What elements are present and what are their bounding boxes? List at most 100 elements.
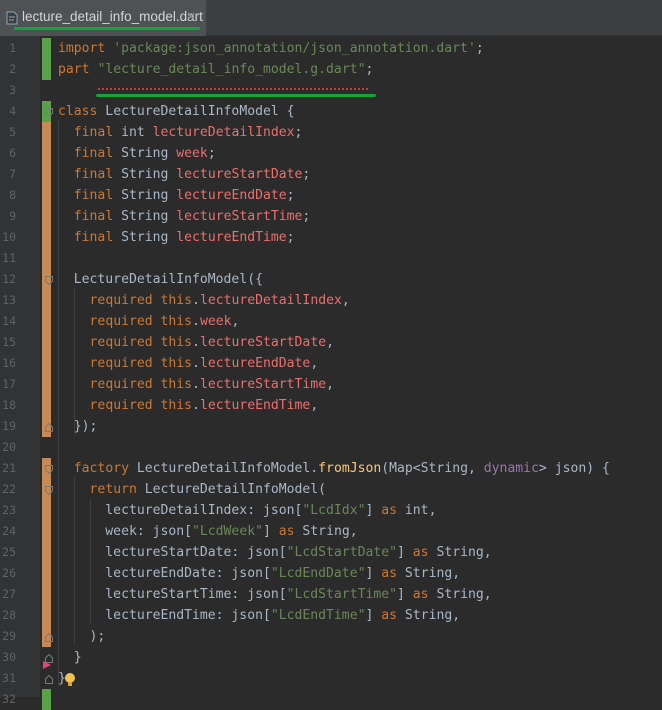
code-text[interactable]: required this.lectureEndTime, xyxy=(58,395,319,416)
fold-marker-icon[interactable] xyxy=(45,276,53,285)
code-text[interactable]: LectureDetailInfoModel({ xyxy=(58,269,263,290)
fold-marker-icon[interactable] xyxy=(45,465,53,474)
code-token: , xyxy=(326,335,334,350)
code-text[interactable]: import 'package:json_annotation/json_ann… xyxy=(58,38,484,59)
fold-marker-icon[interactable] xyxy=(45,486,53,495)
vcs-change-marker[interactable] xyxy=(42,395,51,416)
vcs-change-marker[interactable] xyxy=(42,143,51,164)
fold-marker-icon[interactable] xyxy=(45,675,53,684)
line-number: 26 xyxy=(2,566,16,580)
vcs-change-marker[interactable] xyxy=(42,584,51,605)
code-text[interactable]: } xyxy=(58,647,82,668)
code-token: String xyxy=(113,146,177,161)
code-line[interactable]: 29 ); xyxy=(0,626,662,647)
code-text[interactable]: final String lectureEndTime; xyxy=(58,227,295,248)
code-text[interactable]: final String week; xyxy=(58,143,216,164)
code-line[interactable]: 22 return LectureDetailInfoModel( xyxy=(0,479,662,500)
code-token: this xyxy=(160,314,193,329)
code-text[interactable]: required this.lectureStartTime, xyxy=(58,374,334,395)
code-text[interactable]: required this.lectureEndDate, xyxy=(58,353,319,374)
code-line[interactable]: 7 final String lectureStartDate; xyxy=(0,164,662,185)
vcs-change-marker[interactable] xyxy=(42,521,51,542)
code-text[interactable]: week: json["LcdWeek"] as String, xyxy=(58,521,357,542)
code-line[interactable]: 23 lectureDetailIndex: json["LcdIdx"] as… xyxy=(0,500,662,521)
code-text[interactable]: required this.lectureStartDate, xyxy=(58,332,334,353)
code-line[interactable]: 19 }); xyxy=(0,416,662,437)
code-text[interactable]: required this.week, xyxy=(58,311,240,332)
code-text[interactable]: final String lectureStartDate; xyxy=(58,164,311,185)
code-line[interactable]: 31} xyxy=(0,668,662,689)
code-line[interactable]: 20 xyxy=(0,437,662,458)
vcs-change-marker[interactable] xyxy=(42,605,51,626)
code-line[interactable]: 1 import 'package:json_annotation/json_an… xyxy=(0,38,662,59)
vcs-change-marker[interactable] xyxy=(42,353,51,374)
code-text[interactable]: factory LectureDetailInfoModel.fromJson(… xyxy=(58,458,610,479)
code-text[interactable]: final String lectureEndDate; xyxy=(58,185,295,206)
code-line[interactable]: 16 required this.lectureEndDate, xyxy=(0,353,662,374)
run-arrow-icon[interactable] xyxy=(42,660,52,670)
code-text[interactable]: final int lectureDetailIndex; xyxy=(58,122,303,143)
code-line[interactable]: 25 lectureStartDate: json["LcdStartDate"… xyxy=(0,542,662,563)
vcs-change-marker[interactable] xyxy=(42,248,51,269)
fold-marker-icon[interactable] xyxy=(45,108,53,117)
code-text[interactable]: lectureEndTime: json["LcdEndTime"] as St… xyxy=(58,605,460,626)
code-line[interactable]: 13 required this.lectureDetailIndex, xyxy=(0,290,662,311)
fold-marker-icon[interactable] xyxy=(45,423,53,432)
vcs-change-marker[interactable] xyxy=(42,164,51,185)
code-line[interactable]: 27 lectureStartTime: json["LcdStartTime"… xyxy=(0,584,662,605)
vcs-change-marker[interactable] xyxy=(42,374,51,395)
code-text[interactable]: lectureDetailIndex: json["LcdIdx"] as in… xyxy=(58,500,436,521)
lightbulb-icon[interactable] xyxy=(64,672,76,688)
code-line[interactable]: 6 final String week; xyxy=(0,143,662,164)
code-line[interactable]: 2 part "lecture_detail_info_model.g.dart"… xyxy=(0,59,662,80)
vcs-change-marker[interactable] xyxy=(42,542,51,563)
code-line[interactable]: 12 LectureDetailInfoModel({ xyxy=(0,269,662,290)
code-line[interactable]: 24 week: json["LcdWeek"] as String, xyxy=(0,521,662,542)
code-line[interactable]: 18 required this.lectureEndTime, xyxy=(0,395,662,416)
vcs-change-marker[interactable] xyxy=(42,311,51,332)
vcs-change-marker[interactable] xyxy=(42,59,51,80)
code-line[interactable]: 9 final String lectureStartTime; xyxy=(0,206,662,227)
code-text[interactable]: class LectureDetailInfoModel { xyxy=(58,101,295,122)
vcs-change-marker[interactable] xyxy=(42,185,51,206)
vcs-change-marker[interactable] xyxy=(42,563,51,584)
code-line[interactable]: 10 final String lectureEndTime; xyxy=(0,227,662,248)
vcs-change-marker[interactable] xyxy=(42,206,51,227)
code-line[interactable]: 30 } xyxy=(0,647,662,668)
code-text[interactable]: part "lecture_detail_info_model.g.dart"; xyxy=(58,59,373,80)
vcs-change-marker[interactable] xyxy=(42,38,51,59)
code-line[interactable]: 26 lectureEndDate: json["LcdEndDate"] as… xyxy=(0,563,662,584)
code-line[interactable]: 5 final int lectureDetailIndex; xyxy=(0,122,662,143)
code-token: as xyxy=(412,545,429,560)
code-text[interactable]: ); xyxy=(58,626,106,647)
code-line[interactable]: 17 required this.lectureStartTime, xyxy=(0,374,662,395)
code-line[interactable]: 11 xyxy=(0,248,662,269)
vcs-change-marker[interactable] xyxy=(42,332,51,353)
code-line[interactable]: 28 lectureEndTime: json["LcdEndTime"] as… xyxy=(0,605,662,626)
code-text[interactable]: final String lectureStartTime; xyxy=(58,206,311,227)
code-line[interactable]: 15 required this.lectureStartDate, xyxy=(0,332,662,353)
vcs-change-marker[interactable] xyxy=(42,122,51,143)
file-tab[interactable]: lecture_detail_info_model.dart × xyxy=(0,0,206,36)
code-line[interactable]: 3 xyxy=(0,80,662,101)
code-text[interactable]: lectureStartTime: json["LcdStartTime"] a… xyxy=(58,584,491,605)
line-number: 31 xyxy=(2,671,16,685)
code-line[interactable]: 14 required this.week, xyxy=(0,311,662,332)
code-text[interactable]: required this.lectureDetailIndex, xyxy=(58,290,350,311)
vcs-change-marker[interactable] xyxy=(42,689,51,710)
fold-marker-icon[interactable] xyxy=(45,633,53,642)
code-editor[interactable]: 1 import 'package:json_annotation/json_an… xyxy=(0,36,662,710)
vcs-change-marker[interactable] xyxy=(42,500,51,521)
tab-close-icon[interactable]: × xyxy=(186,9,196,23)
code-text[interactable]: return LectureDetailInfoModel( xyxy=(58,479,327,500)
code-text[interactable]: }); xyxy=(58,416,98,437)
vcs-change-marker[interactable] xyxy=(42,290,51,311)
code-text[interactable]: lectureStartDate: json["LcdStartDate"] a… xyxy=(58,542,491,563)
code-line[interactable]: 21 factory LectureDetailInfoModel.fromJs… xyxy=(0,458,662,479)
code-line[interactable]: 8 final String lectureEndDate; xyxy=(0,185,662,206)
code-token: "LcdStartTime" xyxy=(286,587,397,602)
code-line[interactable]: 4 class LectureDetailInfoModel { xyxy=(0,101,662,122)
code-line[interactable]: 32 xyxy=(0,689,662,710)
code-text[interactable]: lectureEndDate: json["LcdEndDate"] as St… xyxy=(58,563,460,584)
vcs-change-marker[interactable] xyxy=(42,227,51,248)
